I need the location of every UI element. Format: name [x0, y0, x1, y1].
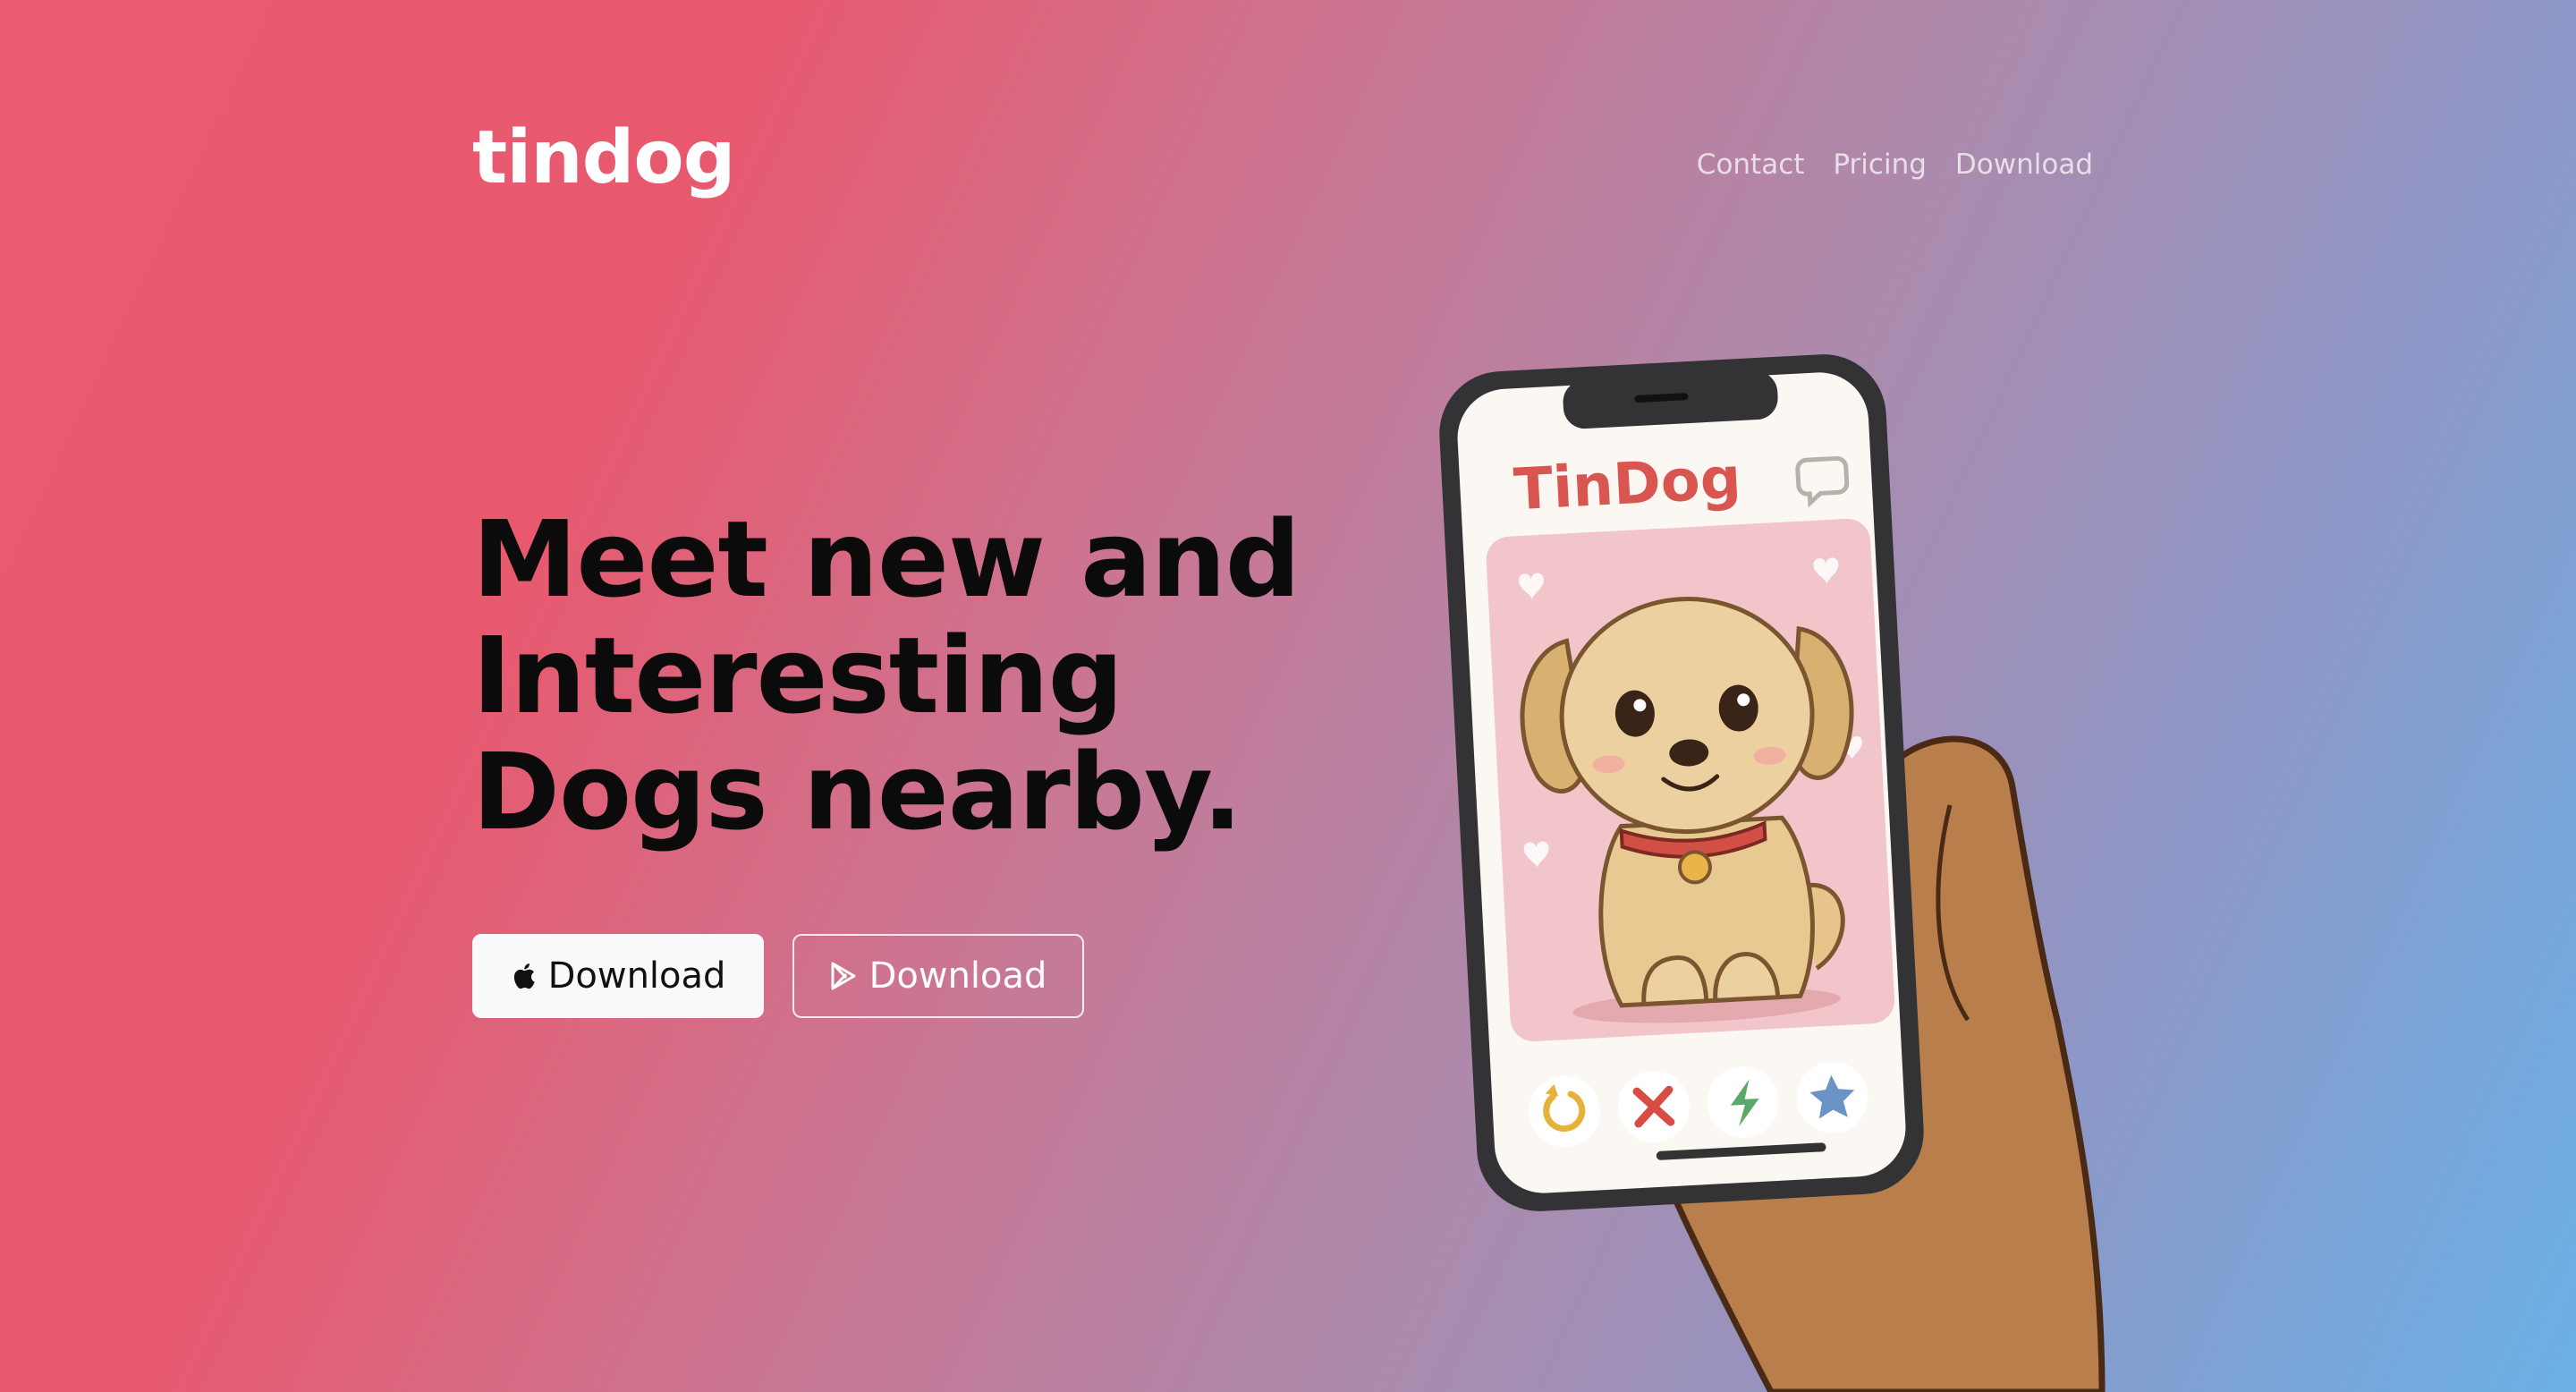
google-play-download-button[interactable]: Download: [792, 934, 1084, 1018]
nav-link-contact[interactable]: Contact: [1697, 150, 1805, 179]
google-play-download-label: Download: [869, 955, 1047, 997]
brand-logo[interactable]: tindog: [472, 122, 735, 195]
google-play-icon: [830, 962, 857, 990]
headline-line-2: Interesting: [472, 614, 1123, 737]
nav-link-download[interactable]: Download: [1955, 150, 2093, 179]
app-title: TinDog: [1513, 446, 1743, 523]
top-nav: Contact Pricing Download: [1697, 143, 2093, 186]
hero-headline: Meet new and Interesting Dogs nearby.: [472, 501, 1331, 850]
hero-section: tindog Contact Pricing Download Meet new…: [0, 0, 2576, 1392]
nav-link-pricing[interactable]: Pricing: [1833, 150, 1927, 179]
apple-download-button[interactable]: Download: [472, 934, 764, 1018]
headline-line-1: Meet new and: [472, 497, 1301, 621]
apple-download-label: Download: [547, 955, 726, 997]
headline-line-3: Dogs nearby.: [472, 730, 1242, 853]
phone-in-hand-illustration: TinDog: [1439, 354, 2106, 1392]
apple-icon: [511, 961, 536, 991]
